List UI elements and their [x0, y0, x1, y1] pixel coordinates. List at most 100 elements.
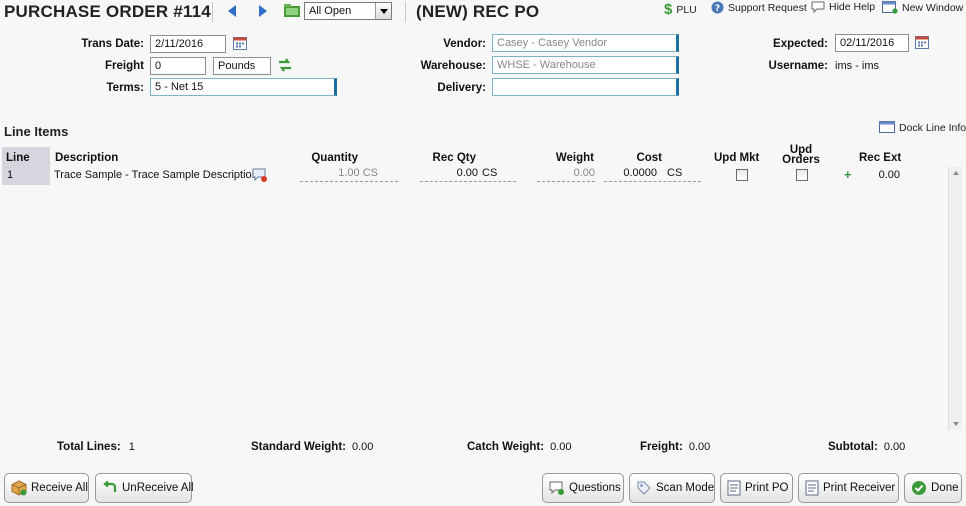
col-header-description[interactable]: Description [55, 152, 118, 164]
total-lines: Total Lines: 1 [57, 441, 135, 453]
col-header-quantity[interactable]: Quantity [300, 152, 358, 164]
row-description: Trace Sample - Trace Sample Description [54, 169, 258, 181]
username-value: ims - ims [835, 60, 879, 72]
freight-total-label: Freight: [640, 441, 683, 453]
done-label: Done [931, 482, 959, 494]
speech-bubble-icon [549, 480, 565, 496]
warehouse-label: Warehouse: [420, 60, 486, 72]
row-quantity[interactable]: 1.00 CS [300, 167, 398, 182]
note-icon[interactable] [252, 168, 268, 183]
header-divider-2 [405, 2, 406, 22]
swap-icon[interactable] [277, 57, 293, 73]
new-window-link[interactable]: New Window [882, 1, 963, 14]
username-label: Username: [768, 60, 828, 72]
expected-label: Expected: [773, 38, 828, 50]
chevron-down-icon[interactable] [375, 3, 391, 19]
subtotal: Subtotal: 0.00 [828, 441, 905, 453]
dollar-icon: $ [664, 1, 673, 18]
row-rec-qty-unit: CS [482, 167, 498, 179]
total-lines-label: Total Lines: [57, 441, 121, 453]
arrow-right-icon [259, 5, 267, 17]
col-header-weight[interactable]: Weight [538, 152, 594, 164]
scroll-down-icon[interactable] [953, 422, 959, 426]
row-cost[interactable]: 0.0000 CS [604, 167, 701, 182]
svg-text:?: ? [715, 4, 720, 14]
freight-total-value: 0.00 [688, 441, 711, 453]
col-header-upd-orders[interactable]: Upd Orders [779, 144, 823, 166]
document-icon [727, 480, 741, 496]
line-items-grid: Line Description Quantity Rec Qty Weight… [2, 144, 962, 430]
vendor-label: Vendor: [443, 38, 486, 50]
undo-icon [102, 480, 118, 496]
print-receiver-button[interactable]: Print Receiver [798, 473, 899, 503]
catch-weight-label: Catch Weight: [467, 441, 545, 453]
row-upd-mkt-checkbox[interactable] [736, 169, 748, 181]
subtotal-value: 0.00 [883, 441, 906, 453]
plus-icon[interactable]: + [844, 167, 852, 182]
arrow-left-icon [228, 5, 236, 17]
standard-weight: Standard Weight: 0.00 [251, 441, 373, 453]
row-rec-qty-value: 0.00 [456, 167, 478, 179]
row-cost-unit: CS [667, 167, 683, 179]
col-header-upd-mkt[interactable]: Upd Mkt [714, 152, 759, 164]
freight-label: Freight [105, 60, 144, 72]
hide-help-link[interactable]: Hide Help [811, 1, 875, 13]
support-request-link[interactable]: ? Support Request [711, 1, 807, 14]
trans-date-field[interactable]: 2/11/2016 [150, 35, 226, 53]
catch-weight-value: 0.00 [550, 441, 572, 453]
header-divider [212, 2, 213, 22]
done-button[interactable]: Done [904, 473, 962, 503]
filter-select[interactable]: All Open [304, 2, 392, 20]
line-items-title: Line Items [4, 124, 69, 139]
questions-label: Questions [569, 482, 621, 494]
expected-date-field[interactable]: 02/11/2016 [835, 34, 909, 52]
standard-weight-label: Standard Weight: [251, 441, 346, 453]
col-header-rec-ext[interactable]: Rec Ext [859, 152, 901, 164]
plu-label: PLU [676, 3, 697, 16]
hide-help-label: Hide Help [829, 1, 876, 13]
speech-bubble-icon [811, 1, 825, 13]
row-upd-orders-checkbox[interactable] [796, 169, 808, 181]
delivery-field[interactable] [492, 78, 679, 96]
vendor-field[interactable]: Casey - Casey Vendor [492, 34, 679, 52]
row-rec-qty[interactable]: 0.00 CS [420, 167, 516, 182]
unreceive-all-label: UnReceive All [122, 482, 194, 494]
freight-total: Freight: 0.00 [640, 441, 710, 453]
row-rec-ext: 0.00 [878, 169, 900, 181]
row-cost-value: 0.0000 [623, 167, 657, 179]
next-record-button[interactable] [255, 3, 271, 19]
questions-button[interactable]: Questions [542, 473, 624, 503]
calendar-icon[interactable] [915, 35, 929, 49]
prev-record-button[interactable] [224, 3, 240, 19]
page-title: PURCHASE ORDER #114 [4, 2, 211, 21]
total-lines-value: 1 [128, 441, 135, 453]
plu-link[interactable]: $ PLU [664, 1, 697, 18]
row-weight[interactable]: 0.00 [537, 167, 595, 182]
freight-field[interactable]: 0 [150, 57, 206, 75]
dock-line-info-link[interactable]: Dock Line Info [879, 121, 966, 134]
terms-field[interactable]: 5 - Net 15 [150, 78, 337, 96]
window-icon [879, 121, 895, 134]
trans-date-label: Trans Date: [81, 38, 144, 50]
delivery-label: Delivery: [437, 82, 486, 94]
col-header-cost[interactable]: Cost [620, 152, 662, 164]
col-header-rec-qty[interactable]: Rec Qty [422, 152, 476, 164]
folder-icon [284, 4, 300, 17]
warehouse-field[interactable]: WHSE - Warehouse [492, 56, 679, 74]
scan-mode-button[interactable]: Scan Mode [629, 473, 715, 503]
scroll-up-icon[interactable] [952, 171, 959, 175]
unreceive-all-button[interactable]: UnReceive All [95, 473, 194, 503]
tag-icon [636, 480, 652, 496]
subtotal-label: Subtotal: [828, 441, 878, 453]
freight-unit-field[interactable]: Pounds [213, 57, 271, 75]
col-header-line[interactable]: Line [6, 152, 30, 164]
page-subtitle: (NEW) REC PO [416, 2, 540, 21]
calendar-icon[interactable] [233, 36, 247, 50]
print-po-button[interactable]: Print PO [720, 473, 793, 503]
receive-all-button[interactable]: Receive All [4, 473, 89, 503]
receive-all-label: Receive All [31, 482, 88, 494]
catch-weight: Catch Weight: 0.00 [467, 441, 572, 453]
print-receiver-label: Print Receiver [823, 482, 896, 494]
grid-scrollbar[interactable] [948, 167, 962, 430]
print-po-label: Print PO [745, 482, 789, 494]
